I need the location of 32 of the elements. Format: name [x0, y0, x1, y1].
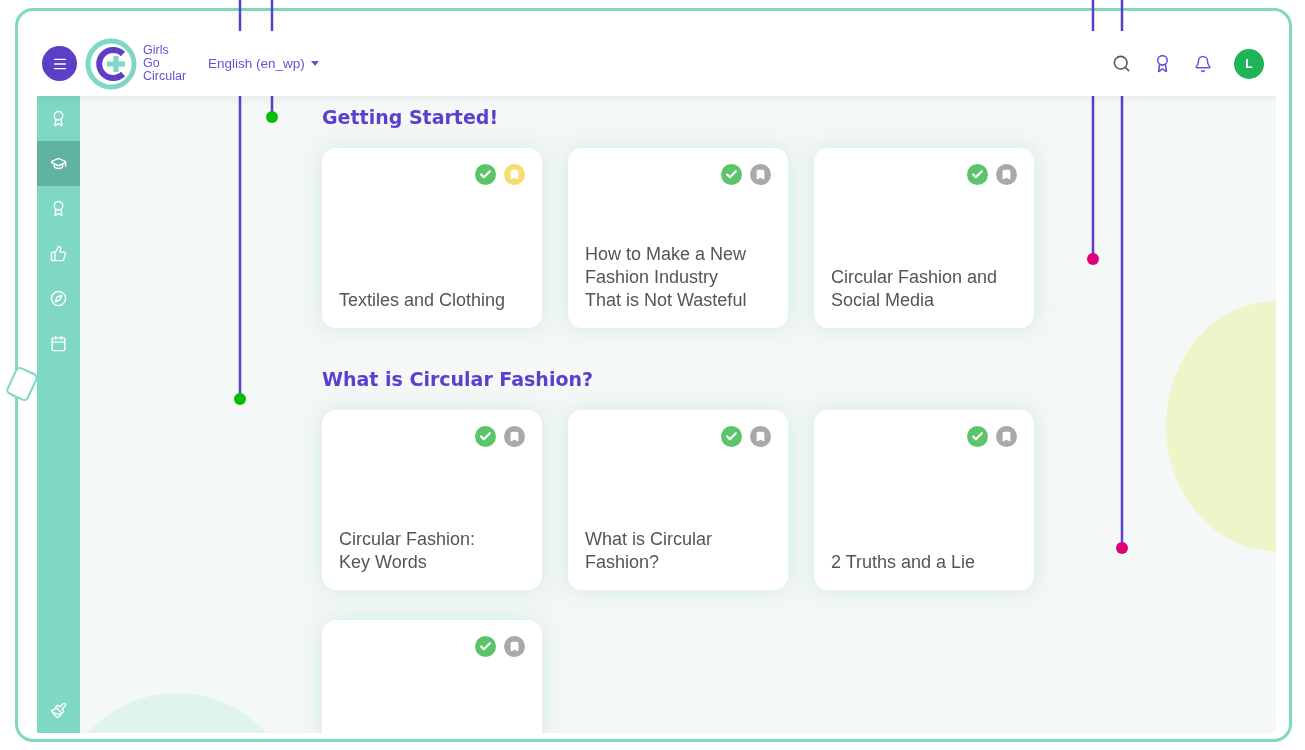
card-title: What is Circular Fashion? [585, 528, 714, 574]
lesson-card[interactable]: Circular Fashion: Key Words [322, 410, 542, 590]
thumbs-up-icon [50, 245, 67, 262]
lesson-card[interactable]: Circular Fashion and Social Media [814, 148, 1034, 328]
card-title: How to Make a New Fashion Industry That is Not Wasteful [585, 243, 748, 312]
brand-name: Girls Go Circular [143, 44, 187, 83]
section-title: Getting Started! [322, 106, 500, 130]
card-title: 2 Truths and a Lie [831, 551, 977, 574]
graduation-cap-icon [50, 155, 67, 172]
logo-icon [85, 37, 137, 90]
bookmark-icon[interactable] [750, 164, 771, 185]
compass-icon [50, 290, 67, 307]
sidebar-item[interactable] [37, 141, 80, 186]
bookmark-icon[interactable] [504, 636, 525, 657]
search-icon[interactable] [1112, 54, 1131, 73]
menu-button[interactable] [42, 46, 77, 81]
bell-icon[interactable] [1194, 54, 1212, 73]
bookmark-icon[interactable] [504, 426, 525, 447]
card-title: Textiles and Clothing [339, 289, 507, 312]
section-title: What is Circular Fashion? [322, 368, 594, 392]
card-title: Circular Fashion: Key Words [339, 528, 477, 574]
calendar-icon [50, 335, 67, 352]
language-dropdown[interactable]: English (en_wp) [208, 56, 319, 71]
lesson-card[interactable]: 2 Truths and a Lie [814, 410, 1034, 590]
bookmark-icon[interactable] [504, 164, 525, 185]
lesson-card[interactable]: How to Make a New Fashion Industry That is Not Wasteful [568, 148, 788, 328]
bookmark-icon[interactable] [996, 426, 1017, 447]
bookmark-icon[interactable] [996, 164, 1017, 185]
card-title: Circular Fashion and Social Media [831, 266, 999, 312]
lesson-card[interactable]: What is Circular Fashion? [568, 410, 788, 590]
bookmark-icon[interactable] [750, 426, 771, 447]
lesson-card[interactable]: Textiles and Clothing [322, 148, 542, 328]
